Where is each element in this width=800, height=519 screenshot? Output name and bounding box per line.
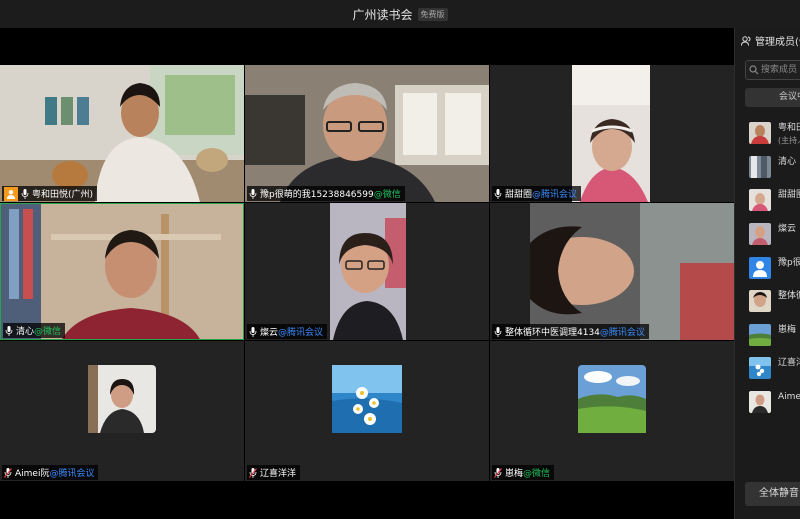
- in-meeting-tab[interactable]: 会议中: [745, 88, 800, 107]
- member-name: 甜甜圈: [778, 190, 800, 200]
- participant-name: Aimei阮: [15, 469, 50, 479]
- video-tile[interactable]: 甜甜圈 @腾讯会议: [490, 65, 734, 202]
- mic-icon: [5, 325, 13, 336]
- participant-name-bar: 粤和田悦(广州): [2, 186, 98, 201]
- member-list-item[interactable]: 辽喜洋洋: [749, 357, 800, 379]
- participant-video: [330, 203, 406, 340]
- member-list-item[interactable]: 清心: [749, 156, 796, 178]
- participant-name-bar: 崽梅 @微信: [492, 465, 555, 480]
- participant-name-bar: 整体循环中医调理4134 @腾讯会议: [492, 324, 649, 339]
- search-icon: [749, 65, 759, 75]
- member-name: 清心: [778, 157, 797, 167]
- participant-source: @腾讯会议: [599, 328, 645, 338]
- member-list-item[interactable]: 整体循环: [749, 290, 800, 312]
- participant-name-bar: Aimei阮 @腾讯会议: [2, 465, 99, 480]
- member-panel: 管理成员(9) 搜索成员 会议中 粤和田悦 (主持人) 清心 甜甜圈 燦云 豫p…: [734, 28, 800, 519]
- member-list-item[interactable]: Aimei阮: [749, 391, 800, 413]
- participant-name: 甜甜圈: [505, 190, 533, 200]
- member-name: 豫p很萌: [778, 258, 800, 268]
- default-avatar-icon: [749, 257, 771, 279]
- member-list-item[interactable]: 燦云: [749, 223, 796, 245]
- participant-video: [1, 204, 243, 339]
- member-list-item[interactable]: 甜甜圈: [749, 189, 800, 211]
- member-panel-title: 管理成员(9): [755, 37, 800, 48]
- member-name: Aimei阮: [778, 392, 800, 402]
- participant-source: @微信: [34, 327, 62, 337]
- member-panel-header: 管理成员(9): [741, 33, 800, 48]
- member-name: 燦云: [778, 224, 797, 234]
- title-bar: 广州读书会 免费版: [0, 0, 800, 28]
- edition-badge: 免费版: [417, 7, 448, 21]
- mic-muted-icon: [249, 467, 257, 478]
- member-avatar: [749, 223, 771, 245]
- participant-avatar: [332, 365, 402, 433]
- participant-name: 清心: [16, 327, 35, 337]
- member-name: 崽梅: [778, 325, 797, 335]
- video-tile[interactable]: 豫p很萌的我15238846599 @微信: [245, 65, 489, 202]
- video-tile-camera-off[interactable]: 崽梅 @微信: [490, 341, 734, 481]
- participant-name-bar: 燦云 @腾讯会议: [247, 324, 328, 339]
- host-icon: [4, 186, 18, 201]
- mic-muted-icon: [4, 467, 12, 478]
- video-tile[interactable]: 燦云 @腾讯会议: [245, 203, 489, 340]
- participant-source: @腾讯会议: [532, 190, 578, 200]
- mic-icon: [494, 188, 502, 199]
- member-role: (主持人): [778, 136, 800, 145]
- member-avatar: [749, 290, 771, 312]
- member-avatar: [749, 156, 771, 178]
- member-name: 辽喜洋洋: [778, 358, 800, 368]
- window-title: 广州读书会: [352, 7, 413, 22]
- participant-name-bar: 豫p很萌的我15238846599 @微信: [247, 186, 405, 201]
- video-tile[interactable]: 整体循环中医调理4134 @腾讯会议: [490, 203, 734, 340]
- mic-muted-icon: [494, 467, 502, 478]
- member-name: 整体循环: [778, 291, 800, 301]
- participant-name-bar: 辽喜洋洋: [247, 465, 301, 480]
- participant-name: 辽喜洋洋: [260, 469, 297, 479]
- member-search-input[interactable]: 搜索成员: [745, 60, 800, 80]
- mic-icon: [249, 326, 257, 337]
- mic-icon: [21, 188, 29, 199]
- participant-name: 整体循环中医调理4134: [505, 328, 600, 338]
- participant-source: @腾讯会议: [278, 328, 324, 338]
- member-name: 粤和田悦: [778, 123, 800, 133]
- participant-avatar: [578, 365, 646, 433]
- participant-name: 粤和田悦(广州): [32, 190, 94, 200]
- mic-icon: [249, 188, 257, 199]
- participant-video: [0, 65, 244, 202]
- member-avatar: [749, 357, 771, 379]
- participant-source: @微信: [373, 190, 401, 200]
- member-avatar: [749, 391, 771, 413]
- video-tile-active-speaker[interactable]: 清心 @微信: [0, 203, 244, 340]
- member-avatar: [749, 324, 771, 346]
- mute-all-button[interactable]: 全体静音: [745, 482, 800, 506]
- participant-video: [572, 65, 650, 202]
- video-tile[interactable]: 粤和田悦(广州): [0, 65, 244, 202]
- member-search-placeholder: 搜索成员: [761, 65, 798, 75]
- member-list-item[interactable]: 崽梅: [749, 324, 796, 346]
- participant-video: [490, 203, 734, 340]
- video-tile-camera-off[interactable]: 辽喜洋洋: [245, 341, 489, 481]
- participant-name-bar: 清心 @微信: [3, 323, 66, 338]
- participant-source: @微信: [523, 469, 551, 479]
- member-avatar: [749, 122, 771, 144]
- video-grid: 粤和田悦(广州) 豫p很萌的我15238846599 @微信 甜甜圈 @腾讯会议…: [0, 65, 734, 481]
- participant-avatar: [88, 365, 156, 433]
- member-avatar: [749, 189, 771, 211]
- members-icon: [741, 35, 751, 46]
- member-list-item[interactable]: 豫p很萌: [749, 257, 800, 279]
- participant-name-bar: 甜甜圈 @腾讯会议: [492, 186, 582, 201]
- mic-icon: [494, 326, 502, 337]
- member-list-item[interactable]: 粤和田悦 (主持人): [749, 122, 800, 145]
- participant-source: @腾讯会议: [49, 469, 95, 479]
- participant-name: 燦云: [260, 328, 279, 338]
- participant-video: [245, 65, 489, 202]
- participant-name: 崽梅: [505, 469, 524, 479]
- participant-name: 豫p很萌的我15238846599: [260, 190, 374, 200]
- video-tile-camera-off[interactable]: Aimei阮 @腾讯会议: [0, 341, 244, 481]
